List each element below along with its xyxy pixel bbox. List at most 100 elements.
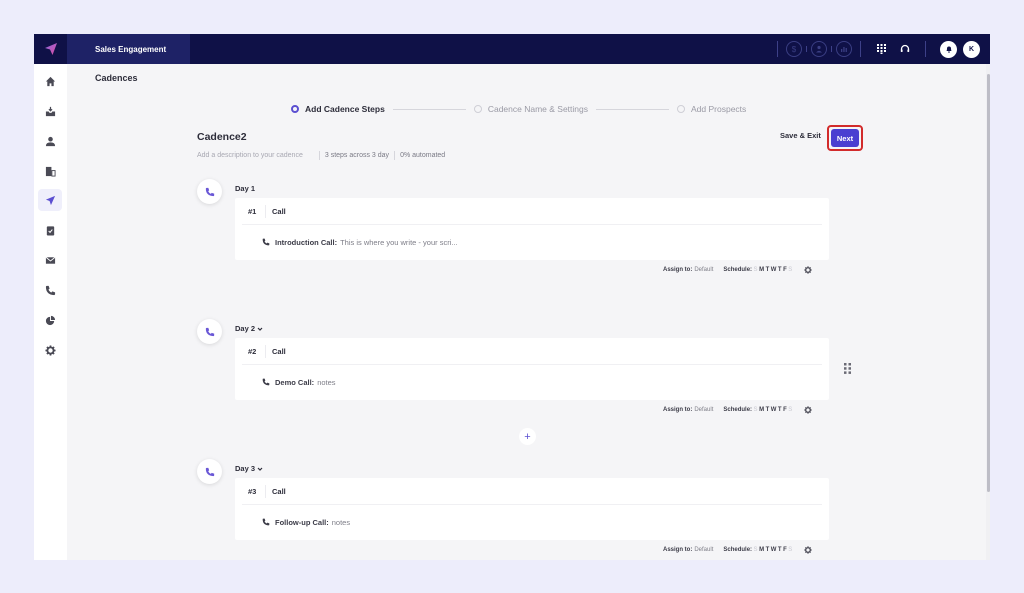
day-label-text: Day 2 <box>235 324 256 333</box>
save-exit-button[interactable]: Save & Exit <box>780 131 821 140</box>
schedule-day-toggle[interactable]: T <box>778 407 782 413</box>
step-card-body: Introduction Call: This is where you wri… <box>235 225 829 259</box>
schedule-days[interactable]: SMTWTFS <box>752 407 793 413</box>
cadence-description-input[interactable]: Add a description to your cadence <box>197 152 303 159</box>
schedule-day-toggle[interactable]: S <box>788 407 792 413</box>
schedule-day-toggle[interactable]: F <box>783 547 787 553</box>
sidebar-item-inbox[interactable] <box>38 100 62 122</box>
step-add-cadence-steps[interactable]: Add Cadence Steps <box>291 104 385 114</box>
phone-icon <box>262 238 270 246</box>
day-label[interactable]: Day 2 <box>235 324 263 333</box>
schedule-day-toggle[interactable]: T <box>778 267 782 273</box>
schedule-day-toggle[interactable]: T <box>766 547 770 553</box>
clipboard-check-icon <box>46 225 54 236</box>
schedule-days[interactable]: SMTWTFS <box>752 267 793 273</box>
drag-handle[interactable] <box>840 360 854 376</box>
cadence-name[interactable]: Cadence2 <box>197 131 247 143</box>
topbar-actions: $ K <box>769 34 980 64</box>
schedule-day-toggle[interactable]: M <box>759 407 764 413</box>
step-number: #3 <box>248 486 257 496</box>
dollar-icon[interactable]: $ <box>786 41 802 57</box>
user-circle-icon[interactable] <box>811 41 827 57</box>
assign-value[interactable]: Default <box>694 267 713 273</box>
avatar[interactable]: K <box>963 40 980 58</box>
step-settings-button[interactable] <box>804 406 812 414</box>
assign-value[interactable]: Default <box>694 547 713 553</box>
logo[interactable] <box>34 34 67 64</box>
schedule-day-toggle[interactable]: M <box>759 547 764 553</box>
step-card[interactable]: #3 Call Follow-up Call: notes <box>235 478 829 540</box>
app-tab-sales-engagement[interactable]: Sales Engagement <box>67 34 190 64</box>
phone-icon <box>262 518 270 526</box>
call-description: notes <box>331 517 351 527</box>
step-card-header: #3 Call <box>242 478 822 505</box>
step-card-body: Follow-up Call: notes <box>235 505 829 539</box>
scrollbar-thumb[interactable] <box>987 74 990 492</box>
schedule-day-toggle[interactable]: M <box>759 267 764 273</box>
step-connector <box>392 108 466 110</box>
step-indicator-active <box>291 105 299 113</box>
assign-label: Assign to: <box>663 407 693 413</box>
divider <box>831 46 832 52</box>
schedule-day-toggle[interactable]: S <box>754 407 758 413</box>
app-window: Sales Engagement $ K Cadences Add Cadenc… <box>34 34 990 560</box>
chart-icon[interactable] <box>836 41 852 57</box>
schedule-day-toggle[interactable]: T <box>766 407 770 413</box>
schedule-days[interactable]: SMTWTFS <box>752 547 793 553</box>
wizard-stepper: Add Cadence Steps Cadence Name & Setting… <box>291 104 746 114</box>
step-settings-button[interactable] <box>804 546 812 554</box>
step-card-header: #1 Call <box>242 198 822 225</box>
divider <box>777 41 778 57</box>
call-description: This is where you write - your scri... <box>340 237 458 247</box>
day-label-text: Day 1 <box>235 184 256 193</box>
logo-icon <box>44 43 57 55</box>
gear-icon <box>804 266 812 274</box>
divider <box>265 484 266 498</box>
sidebar-item-reports[interactable] <box>38 309 62 331</box>
sidebar-item-home[interactable] <box>38 70 62 92</box>
sidebar-item-settings[interactable] <box>38 339 62 361</box>
day-label[interactable]: Day 3 <box>235 464 263 473</box>
step-card[interactable]: #1 Call Introduction Call: This is where… <box>235 198 829 260</box>
step-number: #1 <box>248 206 257 216</box>
schedule-day-toggle[interactable]: S <box>754 547 758 553</box>
schedule-day-toggle[interactable]: F <box>783 267 787 273</box>
step-number: #2 <box>248 346 257 356</box>
sidebar-item-contacts[interactable] <box>38 130 62 152</box>
step-cadence-name-settings[interactable]: Cadence Name & Settings <box>473 104 588 114</box>
step-type: Call <box>272 346 286 356</box>
next-button[interactable]: Next <box>831 129 859 147</box>
notifications-button[interactable] <box>940 40 957 58</box>
step-footer: Assign to: Default Schedule: SMTWTFS <box>663 546 812 554</box>
step-card[interactable]: #2 Call Demo Call: notes <box>235 338 829 400</box>
step-settings-button[interactable] <box>804 266 812 274</box>
sidebar-item-tasks[interactable] <box>38 219 62 241</box>
schedule-day-toggle[interactable]: T <box>778 547 782 553</box>
schedule-day-toggle[interactable]: W <box>771 407 777 413</box>
headset-icon[interactable] <box>897 41 913 57</box>
schedule-day-toggle[interactable]: S <box>788 547 792 553</box>
phone-icon <box>205 467 214 476</box>
call-name: Follow-up Call: <box>275 517 329 527</box>
schedule-day-toggle[interactable]: W <box>771 267 777 273</box>
schedule-day-toggle[interactable]: S <box>754 267 758 273</box>
schedule-day-toggle[interactable]: F <box>783 407 787 413</box>
sidebar-item-accounts[interactable] <box>38 160 62 182</box>
step-type-badge <box>197 319 222 344</box>
add-step-button[interactable]: + <box>519 428 536 445</box>
dialpad-icon[interactable] <box>873 41 889 57</box>
schedule-day-toggle[interactable]: T <box>766 267 770 273</box>
sidebar-item-calls[interactable] <box>38 279 62 301</box>
sidebar-item-email[interactable] <box>38 249 62 271</box>
sidebar-item-cadences[interactable] <box>38 189 62 211</box>
step-add-prospects[interactable]: Add Prospects <box>677 104 746 114</box>
gear-icon <box>804 406 812 414</box>
schedule-day-toggle[interactable]: S <box>788 267 792 273</box>
drag-dots-icon <box>843 362 851 374</box>
step-type: Call <box>272 206 286 216</box>
assign-value[interactable]: Default <box>694 407 713 413</box>
send-icon <box>45 195 55 205</box>
schedule-day-toggle[interactable]: W <box>771 547 777 553</box>
step-indicator <box>677 105 685 113</box>
assign-label: Assign to: <box>663 267 693 273</box>
